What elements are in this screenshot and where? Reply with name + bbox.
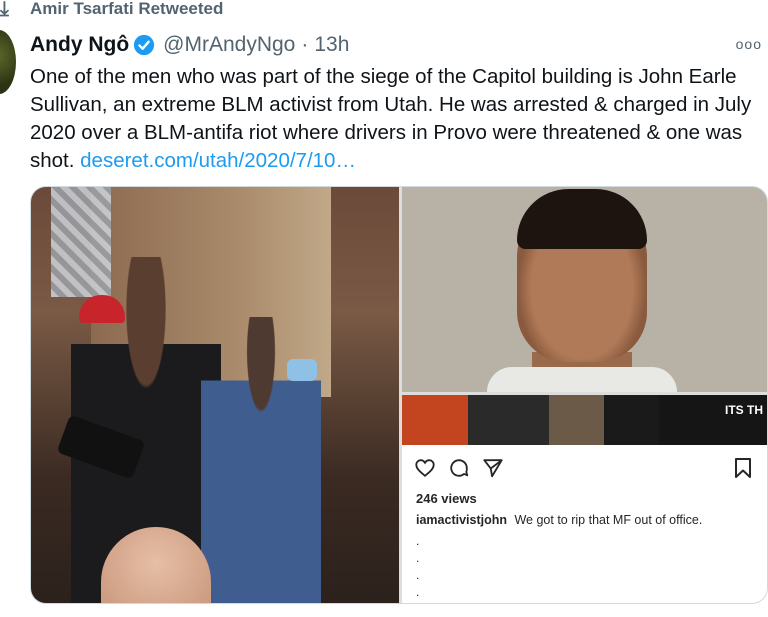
mugshot-hair [517, 189, 647, 249]
tweet-timestamp[interactable]: 13h [314, 33, 349, 57]
author-handle[interactable]: @MrAndyNgo [163, 33, 295, 57]
retweet-icon: ⤓ [0, 0, 9, 20]
tweet-link[interactable]: deseret.com/utah/2020/7/10… [80, 149, 356, 172]
media-grid: ITS TH 246 views iamactivistjohn We got … [30, 186, 768, 604]
instagram-username: iamactivistjohn [416, 513, 507, 527]
caption-dot: . [416, 551, 420, 565]
retweet-label: Amir Tsarfati Retweeted [30, 0, 224, 18]
mugshot-collar [487, 367, 677, 392]
capitol-crowd-photo[interactable] [31, 187, 399, 603]
tweet-body: One of the men who was part of the siege… [30, 63, 765, 175]
instagram-caption-text: We got to rip that MF out of office. [514, 513, 703, 527]
more-options-button[interactable]: ooo [736, 36, 762, 52]
separator-dot: · [301, 33, 309, 56]
caption-dot: . [416, 568, 420, 582]
heart-icon [415, 459, 435, 477]
instagram-screenshot[interactable]: 246 views iamactivistjohn We got to rip … [402, 445, 767, 603]
retweet-indicator[interactable]: ⤓ Amir Tsarfati Retweeted [0, 0, 223, 22]
instagram-views: 246 views [416, 491, 477, 506]
send-icon [483, 459, 503, 478]
bookmark-icon [735, 458, 751, 478]
mugshot-photo[interactable] [402, 187, 767, 392]
avatar[interactable] [0, 30, 16, 94]
caption-dots: . . . . [416, 533, 419, 601]
author-name[interactable]: Andy Ngô [30, 33, 129, 57]
strip-sign-text: ITS TH [725, 403, 763, 417]
face-mask [287, 359, 317, 381]
caption-dot: . [416, 534, 420, 548]
verified-badge-icon [134, 34, 155, 56]
instagram-action-icons [414, 457, 504, 479]
caption-dot: . [416, 585, 420, 599]
protest-strip-photo[interactable]: ITS TH [402, 395, 767, 445]
comment-icon [450, 459, 469, 477]
instagram-caption: iamactivistjohn We got to rip that MF ou… [416, 513, 702, 527]
tweet-header: Andy Ngô @MrAndyNgo · 13h [30, 30, 349, 60]
